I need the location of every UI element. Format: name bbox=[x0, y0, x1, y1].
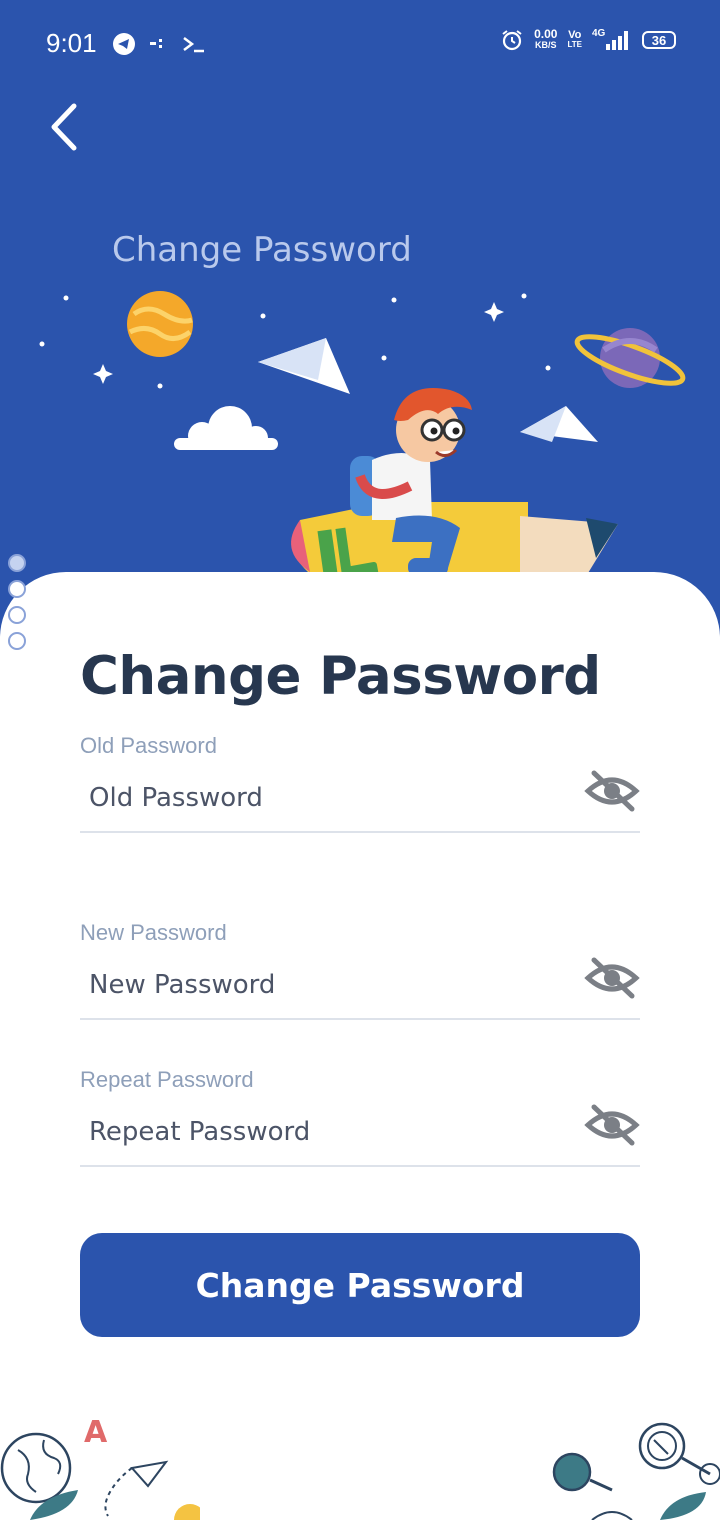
status-bar: 9:01 0.00 KB/S Vo LTE 4G 36 bbox=[0, 0, 720, 88]
hero-illustration bbox=[39, 291, 686, 597]
volte-top: Vo bbox=[568, 29, 582, 41]
doodle-letter: A bbox=[84, 1415, 108, 1450]
repeat-password-row bbox=[80, 1104, 640, 1167]
old-password-visibility-toggle[interactable] bbox=[584, 767, 640, 815]
carousel-dot bbox=[8, 554, 26, 572]
alarm-icon bbox=[502, 30, 522, 51]
status-right-icons: 0.00 KB/S Vo LTE 4G 36 bbox=[500, 28, 676, 52]
planet-purple-icon bbox=[574, 328, 686, 388]
back-button[interactable] bbox=[40, 98, 94, 158]
eye-off-icon bbox=[584, 1104, 640, 1146]
repeat-password-visibility-toggle[interactable] bbox=[584, 1101, 640, 1149]
volte-bottom: LTE bbox=[567, 40, 582, 49]
repeat-password-input[interactable] bbox=[89, 1117, 569, 1147]
cloud-icon bbox=[174, 406, 278, 450]
eye-off-icon bbox=[584, 957, 640, 999]
status-time: 9:01 bbox=[46, 28, 97, 58]
planet-orange-icon bbox=[127, 291, 193, 357]
new-password-label: New Password bbox=[80, 920, 227, 945]
signal-icon: 4G bbox=[592, 28, 632, 52]
old-password-input[interactable] bbox=[89, 783, 569, 813]
volte-indicator: Vo LTE bbox=[567, 30, 582, 50]
terminal-icon bbox=[183, 37, 204, 53]
network-speed-value: 0.00 bbox=[534, 27, 558, 41]
new-password-input[interactable] bbox=[89, 970, 569, 1000]
form-title: Change Password bbox=[80, 646, 601, 707]
telegram-icon bbox=[113, 33, 135, 55]
new-password-field: New Password bbox=[80, 920, 640, 1020]
repeat-password-field: Repeat Password bbox=[80, 1067, 640, 1167]
globe-doodle-icon: A bbox=[0, 1415, 200, 1520]
header-hero: 9:01 0.00 KB/S Vo LTE 4G 36 Change Passw… bbox=[0, 0, 720, 640]
chevron-left-icon bbox=[51, 103, 77, 151]
eye-off-icon bbox=[584, 770, 640, 812]
battery-level: 36 bbox=[651, 32, 667, 48]
carousel-indicator bbox=[8, 554, 26, 650]
network-speed-unit: KB/S bbox=[535, 40, 557, 50]
new-password-row bbox=[80, 957, 640, 1020]
network-speed: 0.00 KB/S bbox=[534, 27, 558, 51]
old-password-row bbox=[80, 770, 640, 833]
data-transfer-icon bbox=[150, 39, 162, 48]
battery-icon: 36 bbox=[642, 31, 676, 49]
page-title: Change Password bbox=[112, 230, 412, 270]
old-password-label: Old Password bbox=[80, 733, 217, 758]
form-card bbox=[0, 572, 720, 1520]
magnifier-doodle-icon bbox=[552, 1422, 720, 1520]
new-password-visibility-toggle[interactable] bbox=[584, 954, 640, 1002]
change-password-button[interactable]: Change Password bbox=[80, 1233, 640, 1337]
repeat-password-label: Repeat Password bbox=[80, 1067, 254, 1092]
old-password-field: Old Password bbox=[80, 733, 640, 833]
carousel-dot bbox=[8, 606, 26, 624]
carousel-dot bbox=[8, 580, 26, 598]
status-notification-icons bbox=[112, 30, 222, 65]
carousel-dot bbox=[8, 632, 26, 650]
